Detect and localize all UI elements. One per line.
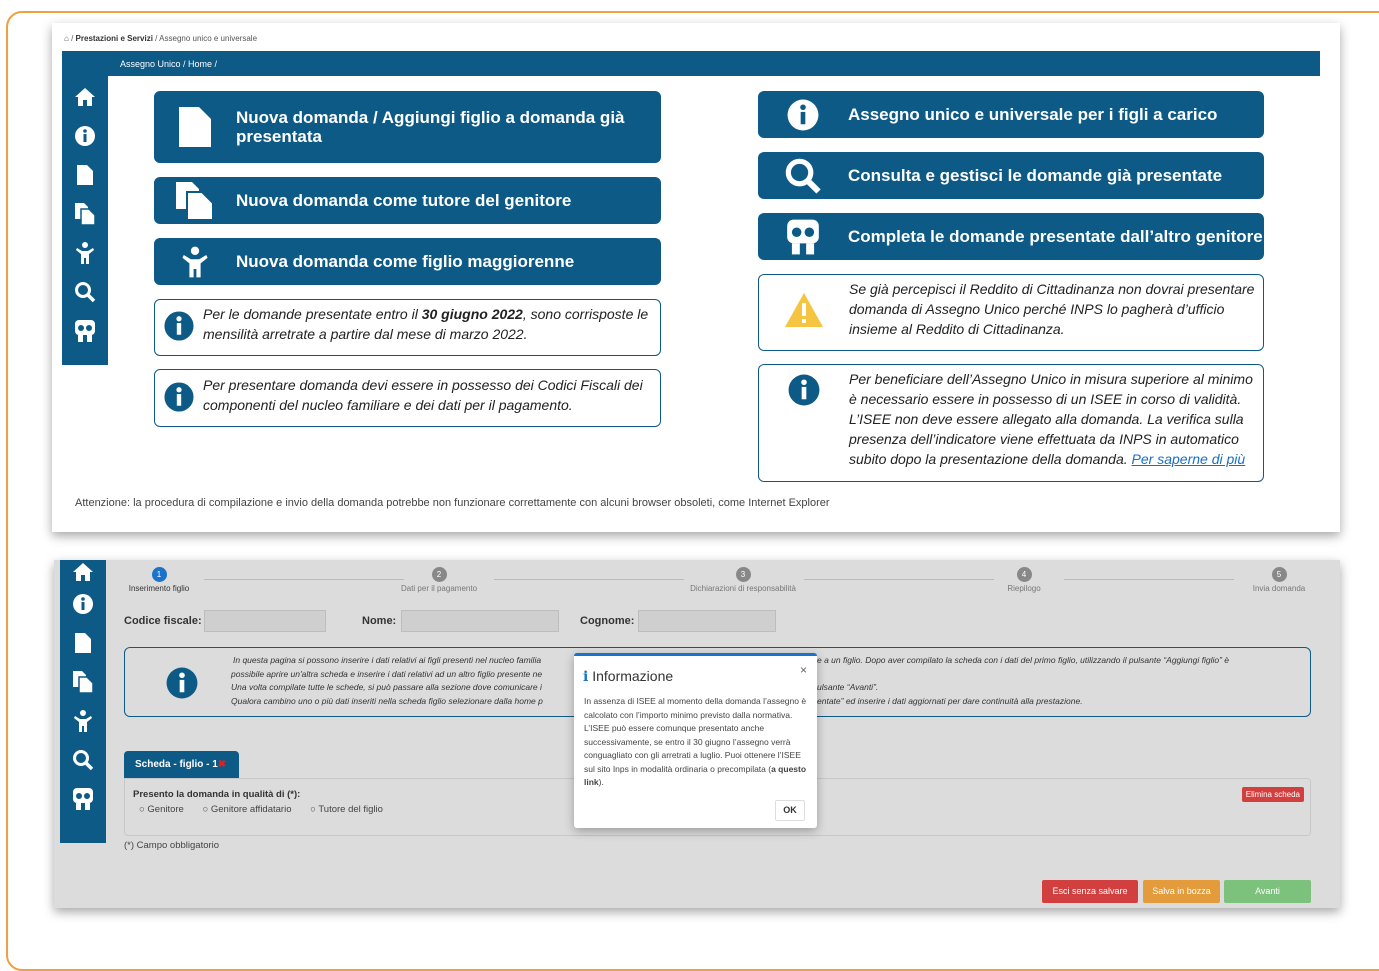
isee-info-text: Per beneficiare dell’Assegno Unico in mi…	[849, 371, 1253, 467]
step-5[interactable]: 5 Invia domanda	[1244, 567, 1314, 593]
deadline-info-box: Per le domande presentate entro il 30 gi…	[154, 299, 661, 356]
name-input[interactable]	[401, 610, 559, 632]
manage-applications-button[interactable]: Consulta e gestisci le domande già prese…	[758, 152, 1264, 199]
required-note: (*) Campo obbligatorio	[124, 840, 220, 851]
document-icon[interactable]	[62, 155, 108, 194]
step-3[interactable]: 3 Dichiarazioni di responsabilità	[678, 567, 808, 593]
info-icon[interactable]	[62, 116, 108, 155]
modal-body: In assenza di ISEE al momento della doma…	[584, 696, 807, 787]
home-icon[interactable]	[60, 560, 106, 584]
document-icon[interactable]	[60, 623, 106, 662]
radio-genitore-affidatario[interactable]: ○ Genitore affidatario	[202, 804, 299, 815]
new-application-guardian-button[interactable]: Nuova domanda come tutore del genitore	[154, 177, 661, 224]
page-info-text-right: e a un figlio. Dopo aver compilato la sc…	[817, 655, 1230, 706]
family-icon[interactable]	[60, 779, 106, 818]
close-icon[interactable]: ×	[800, 663, 807, 677]
assegno-info-button[interactable]: Assegno unico e universale per i figli a…	[758, 91, 1264, 138]
step-1[interactable]: 1 Inserimento figlio	[124, 567, 194, 593]
documents-icon[interactable]	[60, 662, 106, 701]
step-connector	[204, 579, 404, 580]
fiscal-codes-info-box: Per presentare domanda devi essere in po…	[154, 369, 661, 427]
deadline-info-text: Per le domande presentate entro il 30 gi…	[203, 306, 649, 342]
info-icon	[759, 365, 849, 407]
document-icon	[154, 106, 236, 148]
info-icon: i	[583, 669, 589, 685]
home-icon[interactable]	[62, 77, 108, 116]
ok-button[interactable]: OK	[775, 800, 805, 821]
info-icon	[155, 300, 203, 342]
info-icon	[758, 98, 848, 132]
surname-input[interactable]	[638, 610, 776, 632]
step-connector	[494, 579, 684, 580]
child-icon	[154, 243, 236, 281]
delete-card-button[interactable]: Elimina scheda	[1241, 787, 1304, 802]
modal-title: i Informazione	[583, 668, 674, 685]
new-application-adult-child-button[interactable]: Nuova domanda come figlio maggiorenne	[154, 238, 661, 285]
step-connector	[1064, 579, 1234, 580]
sub-breadcrumb-bar: Assegno Unico / Home /	[108, 51, 1320, 76]
browser-warning: Attenzione: la procedura di compilazione…	[75, 497, 830, 509]
search-icon[interactable]	[62, 272, 108, 311]
save-draft-button[interactable]: Salva in bozza	[1143, 880, 1220, 903]
child-icon[interactable]	[62, 233, 108, 272]
breadcrumb: ⌂ / Prestazioni e Servizi / Assegno unic…	[64, 34, 258, 43]
isee-info-box: Per beneficiare dell’Assegno Unico in mi…	[758, 364, 1264, 482]
learn-more-link[interactable]: Per saperne di più	[1132, 451, 1246, 467]
reddito-warning-box: Se già percepisci il Reddito di Cittadin…	[758, 274, 1264, 351]
side-nav	[62, 51, 108, 365]
exit-without-saving-button[interactable]: Esci senza salvare	[1042, 880, 1138, 903]
role-radio-group: ○ Genitore ○ Genitore affidatario ○ Tuto…	[139, 804, 399, 815]
radio-genitore[interactable]: ○ Genitore	[139, 804, 192, 815]
fiscal-code-input[interactable]	[204, 610, 326, 632]
family-icon[interactable]	[62, 311, 108, 350]
info-icon	[165, 666, 199, 705]
documents-icon[interactable]	[62, 194, 108, 233]
new-application-button[interactable]: Nuova domanda / Aggiungi figlio a domand…	[154, 91, 661, 163]
tab-child-1[interactable]: Scheda - figlio - 1✖	[124, 751, 239, 778]
info-modal: i Informazione × In assenza di ISEE al m…	[574, 653, 817, 828]
form-panel: 1 Inserimento figlio 2 Dati per il pagamen…	[54, 560, 1340, 908]
step-connector	[804, 579, 994, 580]
breadcrumb-current: Assegno unico e universale	[159, 34, 258, 43]
family-icon	[758, 218, 848, 256]
close-icon[interactable]: ✖	[218, 759, 226, 770]
complete-other-parent-button[interactable]: Completa le domande presentate dall’altr…	[758, 213, 1264, 260]
info-icon[interactable]	[60, 584, 106, 623]
info-icon	[155, 370, 203, 413]
home-panel: ⌂ / Prestazioni e Servizi / Assegno unic…	[52, 23, 1340, 532]
radio-tutore[interactable]: ○ Tutore del figlio	[310, 804, 391, 815]
breadcrumb-prestazioni[interactable]: Prestazioni e Servizi	[76, 34, 153, 43]
search-icon	[758, 157, 848, 195]
home-icon[interactable]: ⌂	[64, 34, 69, 43]
warning-icon	[759, 275, 849, 328]
step-4[interactable]: 4 Riepilogo	[994, 567, 1054, 593]
search-icon[interactable]	[60, 740, 106, 779]
documents-icon	[154, 181, 236, 221]
side-nav	[60, 560, 106, 843]
next-button[interactable]: Avanti	[1224, 880, 1311, 903]
step-2[interactable]: 2 Dati per il pagamento	[394, 567, 484, 593]
child-icon[interactable]	[60, 701, 106, 740]
